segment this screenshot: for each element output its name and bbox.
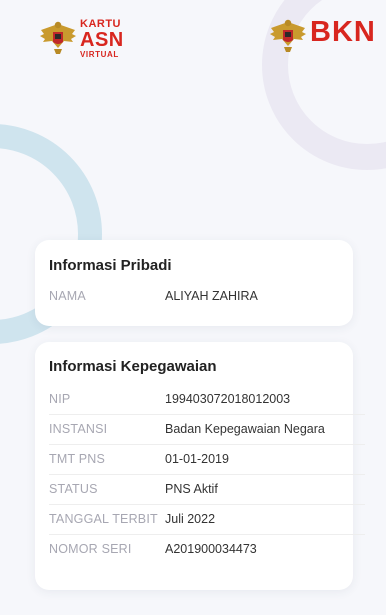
info-row-instansi: INSTANSI Badan Kepegawaian Negara (49, 416, 365, 445)
logo-line-asn: ASN (80, 29, 124, 51)
info-value: Badan Kepegawaian Negara (165, 422, 325, 436)
info-row-nama: NAMA ALIYAH ZAHIRA (49, 283, 365, 312)
info-label: NAMA (49, 289, 86, 303)
kartu-asn-screen: KARTU ASN VIRTUAL BKN Informasi Pribadi … (0, 0, 386, 615)
info-label: TMT PNS (49, 452, 106, 466)
info-value: PNS Aktif (165, 482, 218, 496)
bkn-logo: BKN (268, 12, 384, 58)
employment-info-card: Informasi Kepegawaian NIP 19940307201801… (35, 342, 365, 590)
info-label: NOMOR SERI (49, 542, 132, 556)
kartu-asn-virtual-logo: KARTU ASN VIRTUAL (38, 16, 138, 62)
info-row-nomor-seri: NOMOR SERI A201900034473 (49, 536, 365, 565)
garuda-emblem-icon (270, 19, 306, 52)
info-row-nip: NIP 199403072018012003 (49, 386, 365, 415)
info-row-tanggal-terbit: TANGGAL TERBIT Juli 2022 (49, 506, 365, 535)
info-value: 199403072018012003 (165, 392, 291, 406)
info-label: STATUS (49, 482, 98, 496)
personal-info-card: Informasi Pribadi NAMA ALIYAH ZAHIRA (35, 240, 353, 326)
info-row-status: STATUS PNS Aktif (49, 476, 365, 505)
personal-info-title: Informasi Pribadi (49, 257, 172, 274)
info-value: 01-01-2019 (165, 452, 229, 466)
info-label: TANGGAL TERBIT (49, 512, 158, 526)
info-value: Juli 2022 (165, 512, 216, 526)
info-row-tmt-pns: TMT PNS 01-01-2019 (49, 446, 365, 475)
info-value: A201900034473 (165, 542, 257, 556)
info-label: NIP (49, 392, 71, 406)
kartu-asn-wordmark: KARTU ASN VIRTUAL (80, 19, 124, 59)
logo-line-virtual: VIRTUAL (80, 50, 119, 59)
employment-info-title: Informasi Kepegawaian (49, 358, 217, 375)
bkn-wordmark: BKN (310, 16, 376, 48)
info-value: ALIYAH ZAHIRA (165, 289, 258, 303)
info-label: INSTANSI (49, 422, 108, 436)
garuda-emblem-icon (40, 21, 76, 54)
